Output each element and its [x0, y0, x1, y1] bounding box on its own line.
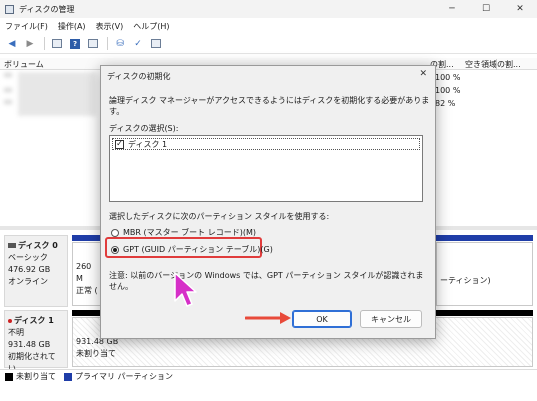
disk0-status: オンライン	[8, 277, 48, 286]
column-volume[interactable]: ボリューム	[4, 59, 44, 70]
compatibility-note: 注意: 以前のバージョンの Windows では、GPT パーティション スタイ…	[109, 271, 424, 291]
cancel-button[interactable]: キャンセル	[360, 310, 422, 328]
column-free-percent[interactable]: 空き領域の割...	[465, 59, 521, 70]
disk-connect-icon[interactable]: ⛁	[112, 36, 128, 52]
legend-unallocated: 未割り当て	[16, 372, 56, 381]
back-arrow-icon[interactable]: ◀	[4, 36, 20, 52]
menu-action[interactable]: 操作(A)	[58, 21, 86, 32]
disk1-label[interactable]: ディスク 1 不明 931.48 GB 初期化されてい...	[4, 310, 68, 373]
ok-button[interactable]: OK	[292, 310, 352, 328]
help-icon[interactable]: ?	[67, 36, 83, 52]
menu-view[interactable]: 表示(V)	[96, 21, 124, 32]
disk0-name: ディスク 0	[18, 241, 58, 250]
disk1-checkbox[interactable]: ✓	[115, 139, 124, 149]
disk0-label[interactable]: ディスク 0 ベーシック 476.92 GB オンライン	[4, 235, 68, 307]
volume-row-icon	[4, 88, 12, 92]
disk0-partition-bar	[72, 235, 102, 241]
disk0-partition-efi[interactable]: 260 M 正常 (	[72, 242, 102, 306]
gpt-radio-button[interactable]	[111, 245, 119, 254]
volume-free-percent: 100 %	[435, 73, 461, 82]
disk0-partition-main[interactable]: ーティション)	[436, 242, 533, 306]
partition-style-label: 選択したディスクに次のパーティション スタイルを使用する:	[109, 212, 330, 221]
toolbar: ◀ ▶ ? ⛁ ✓	[0, 34, 537, 54]
mouse-pointer-icon	[174, 272, 197, 307]
menu-file[interactable]: ファイル(F)	[5, 21, 48, 32]
menu-bar: ファイル(F) 操作(A) 表示(V) ヘルプ(H)	[0, 18, 537, 34]
gpt-radio-label: GPT (GUID パーティション テーブル)(G)	[123, 245, 273, 254]
disk0-type: ベーシック	[8, 253, 48, 262]
title-bar: ディスクの管理 ─ ☐ ✕	[0, 0, 537, 18]
disk-list-item-label: ディスク 1	[128, 139, 168, 149]
disk1-size: 931.48 GB	[8, 340, 51, 349]
dialog-intro: 論理ディスク マネージャーがアクセスできるようにはディスクを初期化する必要があり…	[109, 96, 430, 116]
disk-error-icon	[8, 318, 12, 323]
initialize-disk-dialog: ディスクの初期化 ✕ 論理ディスク マネージャーがアクセスできるようにはディスク…	[100, 65, 436, 339]
dialog-title: ディスクの初期化	[107, 72, 171, 81]
menu-help[interactable]: ヘルプ(H)	[133, 21, 169, 32]
gpt-radio[interactable]: GPT (GUID パーティション テーブル)(G)	[111, 244, 273, 255]
disk-management-icon	[5, 4, 14, 14]
primary-partition-swatch	[64, 372, 72, 381]
volume-free-percent: 100 %	[435, 86, 461, 95]
volume-row-icon	[4, 73, 12, 77]
mbr-radio-button[interactable]	[111, 228, 119, 237]
window-controls: ─ ☐ ✕	[435, 0, 537, 18]
disk0-partition-bar-right	[436, 235, 533, 241]
disk-list-item[interactable]: ✓ ディスク 1	[112, 138, 420, 150]
disk-icon	[8, 243, 16, 248]
unallocated-swatch	[5, 372, 13, 381]
volume-row-icon	[4, 100, 12, 104]
forward-arrow-icon[interactable]: ▶	[22, 36, 38, 52]
legend-primary: プライマリ パーティション	[75, 372, 174, 381]
disk1-name: ディスク 1	[14, 316, 54, 325]
minimize-button[interactable]: ─	[435, 0, 469, 18]
dialog-close-icon[interactable]: ✕	[419, 69, 427, 79]
console-tree-icon[interactable]	[49, 36, 65, 52]
volume-free-percent: 82 %	[435, 99, 456, 108]
disk-select-label: ディスクの選択(S):	[109, 124, 179, 133]
red-arrow-annotation	[245, 312, 291, 324]
legend-bar: 未割り当て プライマリ パーティション	[0, 369, 537, 383]
disk-list[interactable]: ✓ ディスク 1	[109, 135, 423, 202]
disk0-size: 476.92 GB	[8, 265, 51, 274]
view-list-icon[interactable]	[148, 36, 164, 52]
blurred-volume-names	[18, 72, 96, 116]
window-title: ディスクの管理	[19, 4, 75, 14]
check-icon[interactable]: ✓	[130, 36, 146, 52]
maximize-button[interactable]: ☐	[469, 0, 503, 18]
disk1-type: 不明	[8, 328, 24, 337]
close-button[interactable]: ✕	[503, 0, 537, 18]
properties-icon[interactable]	[85, 36, 101, 52]
